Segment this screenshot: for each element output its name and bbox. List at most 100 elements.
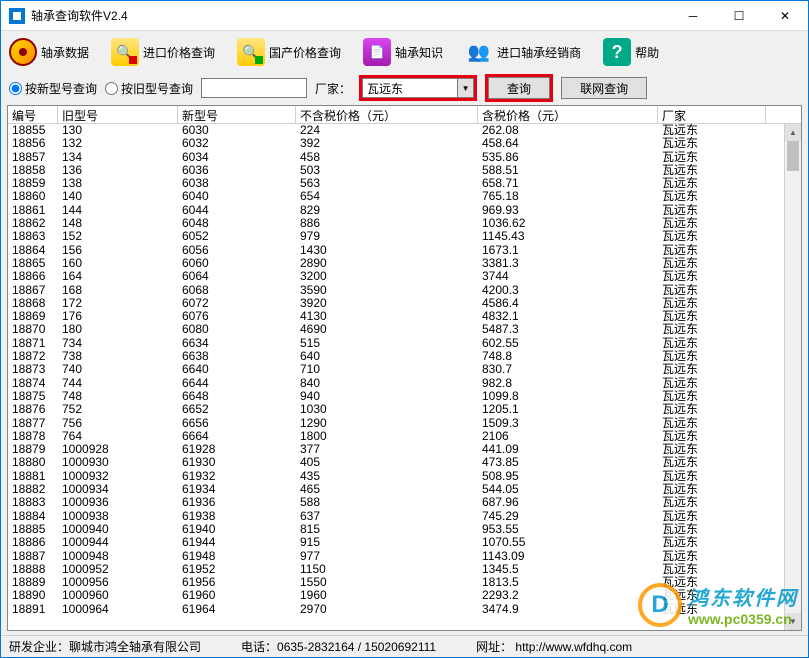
table-row[interactable]: 1889010009606196019602293.2瓦远东 <box>8 589 801 602</box>
cell-manufacturer: 瓦远东 <box>658 337 766 350</box>
cell-new: 6634 <box>178 337 296 350</box>
radio-new-model[interactable] <box>9 82 22 95</box>
close-button[interactable]: ✕ <box>762 1 808 31</box>
cell-price-notax: 4690 <box>296 323 478 336</box>
status-url-link[interactable]: http://www.wfdhq.com <box>515 640 632 654</box>
table-row[interactable]: 18865160606028903381.3瓦远东 <box>8 257 801 270</box>
cell-price-tax: 544.05 <box>478 483 658 496</box>
manufacturer-select[interactable] <box>362 78 458 98</box>
table-row[interactable]: 18877756665612901509.3瓦远东 <box>8 417 801 430</box>
table-row[interactable]: 1886214860488861036.62瓦远东 <box>8 217 801 230</box>
table-row[interactable]: 188561326032392458.64瓦远东 <box>8 137 801 150</box>
cell-id: 18863 <box>8 230 58 243</box>
help-button[interactable]: 帮助 <box>603 38 659 66</box>
cell-manufacturer: 瓦远东 <box>658 124 766 137</box>
cell-manufacturer: 瓦远东 <box>658 310 766 323</box>
table-row[interactable]: 18870180608046905487.3瓦远东 <box>8 323 801 336</box>
table-row[interactable]: 18885100094061940815953.55瓦远东 <box>8 523 801 536</box>
table-row[interactable]: 18867168606835904200.3瓦远东 <box>8 284 801 297</box>
table-row[interactable]: 188747446644840982.8瓦远东 <box>8 377 801 390</box>
col-price-notax[interactable]: 不含税价格（元） <box>296 106 478 123</box>
table-row[interactable]: 18868172607239204586.4瓦远东 <box>8 297 801 310</box>
cell-manufacturer: 瓦远东 <box>658 350 766 363</box>
table-row[interactable]: 18879100092861928377441.09瓦远东 <box>8 443 801 456</box>
online-query-button[interactable]: 联网查询 <box>561 77 647 99</box>
cell-id: 18870 <box>8 323 58 336</box>
cell-price-tax: 4832.1 <box>478 310 658 323</box>
table-row[interactable]: 18881100093261932435508.95瓦远东 <box>8 470 801 483</box>
cell-id: 18884 <box>8 510 58 523</box>
cell-price-notax: 405 <box>296 456 478 469</box>
search-by-new-radio[interactable]: 按新型号查询 <box>9 80 97 97</box>
table-row[interactable]: 1889110009646196429703474.9瓦远东 <box>8 603 801 616</box>
table-row[interactable]: 188601406040654765.18瓦远东 <box>8 190 801 203</box>
cell-price-notax: 915 <box>296 536 478 549</box>
cell-old: 1000940 <box>58 523 178 536</box>
cell-price-notax: 979 <box>296 230 478 243</box>
table-row[interactable]: 1888910009566195615501813.5瓦远东 <box>8 576 801 589</box>
cell-old: 176 <box>58 310 178 323</box>
cell-price-tax: 1813.5 <box>478 576 658 589</box>
radio-old-model[interactable] <box>105 82 118 95</box>
knowledge-button[interactable]: 轴承知识 <box>363 38 443 66</box>
cell-price-notax: 3920 <box>296 297 478 310</box>
domestic-price-button[interactable]: 国产价格查询 <box>237 38 341 66</box>
table-row[interactable]: 18880100093061930405473.85瓦远东 <box>8 456 801 469</box>
scroll-thumb[interactable] <box>787 141 799 171</box>
table-row[interactable]: 188581366036503588.51瓦远东 <box>8 164 801 177</box>
cell-manufacturer: 瓦远东 <box>658 363 766 376</box>
cell-old: 738 <box>58 350 178 363</box>
cell-price-notax: 515 <box>296 337 478 350</box>
col-manufacturer[interactable]: 厂家 <box>658 106 766 123</box>
table-row[interactable]: 188727386638640748.8瓦远东 <box>8 350 801 363</box>
table-row[interactable]: 18869176607641304832.1瓦远东 <box>8 310 801 323</box>
knowledge-icon <box>363 38 391 66</box>
cell-id: 18857 <box>8 151 58 164</box>
import-price-button[interactable]: 进口价格查询 <box>111 38 215 66</box>
cell-manufacturer: 瓦远东 <box>658 270 766 283</box>
table-row[interactable]: 188861000944619449151070.55瓦远东 <box>8 536 801 549</box>
search-by-old-radio[interactable]: 按旧型号查询 <box>105 80 193 97</box>
cell-price-notax: 1150 <box>296 563 478 576</box>
col-old-model[interactable]: 旧型号 <box>58 106 178 123</box>
table-row[interactable]: 188717346634515602.55瓦远东 <box>8 337 801 350</box>
bearing-data-button[interactable]: 轴承数据 <box>9 38 89 66</box>
table-row[interactable]: 18876752665210301205.1瓦远东 <box>8 403 801 416</box>
search-input[interactable] <box>201 78 307 98</box>
cell-price-notax: 654 <box>296 190 478 203</box>
maximize-button[interactable]: ☐ <box>716 1 762 31</box>
cell-manufacturer: 瓦远东 <box>658 177 766 190</box>
dealer-button[interactable]: 进口轴承经销商 <box>465 38 581 66</box>
col-new-model[interactable]: 新型号 <box>178 106 296 123</box>
table-row[interactable]: 1888810009526195211501345.5瓦远东 <box>8 563 801 576</box>
table-row[interactable]: 1886315260529791145.43瓦远东 <box>8 230 801 243</box>
table-row[interactable]: 188571346034458535.86瓦远东 <box>8 151 801 164</box>
table-row[interactable]: 18882100093461934465544.05瓦远东 <box>8 483 801 496</box>
table-row[interactable]: 188737406640710830.7瓦远东 <box>8 363 801 376</box>
table-row[interactable]: 188551306030224262.08瓦远东 <box>8 124 801 137</box>
table-row[interactable]: 188611446044829969.93瓦远东 <box>8 204 801 217</box>
table-row[interactable]: 18883100093661936588687.96瓦远东 <box>8 496 801 509</box>
window-title: 轴承查询软件V2.4 <box>31 7 670 24</box>
table-row[interactable]: 188591386038563658.71瓦远东 <box>8 177 801 190</box>
table-row[interactable]: 18864156605614301673.1瓦远东 <box>8 244 801 257</box>
vertical-scrollbar[interactable]: ▲ ▼ <box>784 124 801 630</box>
minimize-button[interactable]: ─ <box>670 1 716 31</box>
results-table: 编号 旧型号 新型号 不含税价格（元） 含税价格（元） 厂家 188551306… <box>7 105 802 631</box>
scroll-up-icon[interactable]: ▲ <box>785 124 801 141</box>
scroll-down-icon[interactable]: ▼ <box>785 613 801 630</box>
cell-manufacturer: 瓦远东 <box>658 430 766 443</box>
query-button[interactable]: 查询 <box>488 77 550 99</box>
col-id[interactable]: 编号 <box>8 106 58 123</box>
table-row[interactable]: 188871000948619489771143.09瓦远东 <box>8 550 801 563</box>
table-row[interactable]: 1887574866489401099.8瓦远东 <box>8 390 801 403</box>
table-row[interactable]: 18866164606432003744瓦远东 <box>8 270 801 283</box>
cell-id: 18866 <box>8 270 58 283</box>
chevron-down-icon[interactable]: ▼ <box>458 78 474 98</box>
col-price-tax[interactable]: 含税价格（元） <box>478 106 658 123</box>
table-row[interactable]: 18884100093861938637745.29瓦远东 <box>8 510 801 523</box>
cell-price-tax: 441.09 <box>478 443 658 456</box>
table-row[interactable]: 18878764666418002106瓦远东 <box>8 430 801 443</box>
manufacturer-select-highlight: ▼ <box>359 75 477 101</box>
cell-id: 18883 <box>8 496 58 509</box>
